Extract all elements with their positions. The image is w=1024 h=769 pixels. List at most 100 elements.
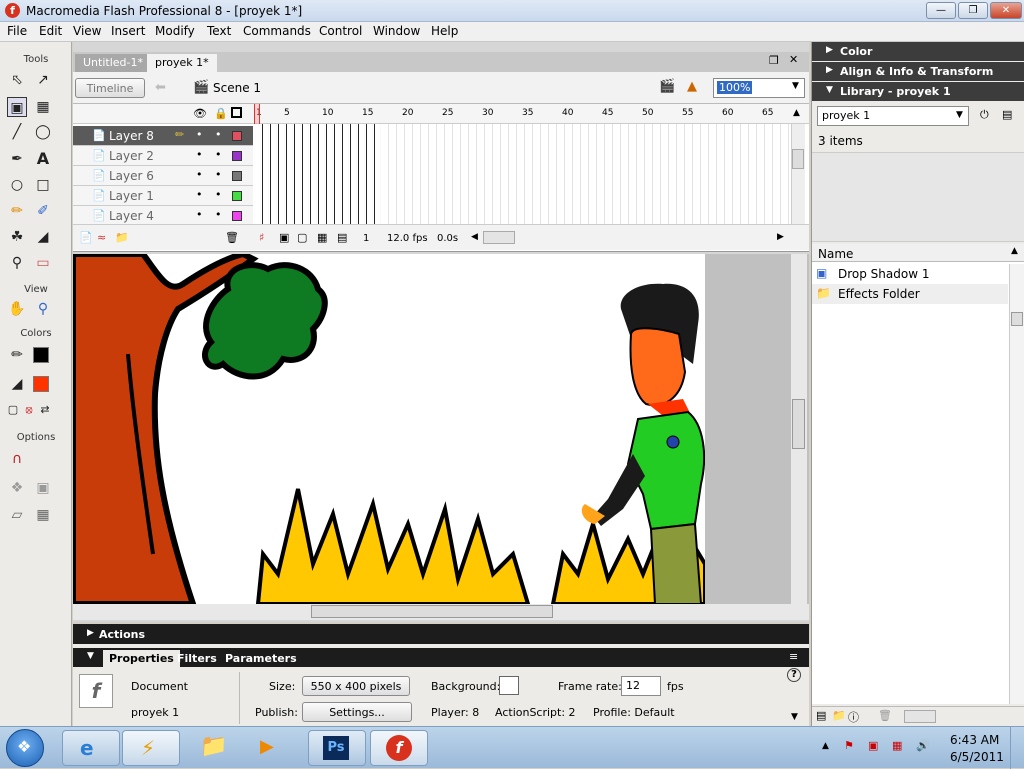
new-library-icon[interactable]: ▤ [1002,108,1012,121]
properties-expand-icon[interactable]: ▼ [791,712,798,722]
subselection-tool-icon[interactable]: ↗ [33,70,53,90]
lock-dot[interactable]: • [215,168,222,181]
timeline-vscroll-thumb[interactable] [792,149,804,169]
visibility-dot[interactable]: • [196,128,203,141]
tab-proyek[interactable]: proyek 1* [147,54,217,72]
menu-help[interactable]: Help [431,24,458,38]
brush-tool-icon[interactable]: ✐ [33,201,53,221]
actions-panel-header[interactable]: ▶ Actions [73,624,809,644]
tab-filters[interactable]: Filters [171,650,223,667]
menu-file[interactable]: File [7,24,27,38]
library-select-arrow-icon[interactable]: ▼ [956,110,963,120]
oval-tool-icon[interactable]: ○ [7,175,27,195]
clock-date[interactable]: 6/5/2011 [950,750,1004,764]
taskbar-flash[interactable]: f [370,730,428,766]
library-item[interactable]: ▣ Drop Shadow 1 [812,264,1008,284]
taskbar-pencil-app[interactable]: ⚡ [122,730,180,766]
close-button[interactable]: ✕ [990,2,1022,19]
help-icon[interactable]: ? [787,668,801,682]
outline-swatch[interactable] [232,191,242,201]
tab-parameters[interactable]: Parameters [219,650,303,667]
visibility-dot[interactable]: • [196,188,203,201]
lock-dot[interactable]: • [215,208,222,221]
edit-multiple-frames-icon[interactable]: ▦ [317,231,327,244]
show-desktop-button[interactable] [1010,727,1024,769]
close-doc-icon[interactable]: ✕ [789,53,798,66]
stage-area[interactable] [73,254,809,604]
center-frame-icon[interactable]: ♯ [259,231,264,244]
lock-dot[interactable]: • [215,128,222,141]
lock-icon[interactable]: 🔒 [214,107,228,120]
size-button[interactable]: 550 x 400 pixels [302,676,410,696]
free-transform-tool-icon[interactable]: ▣ [7,97,27,117]
timeline-scroll-left-icon[interactable]: ◀ [471,232,478,242]
new-folder-icon[interactable]: 📁 [832,709,846,722]
taskbar-ie[interactable]: e [62,730,120,766]
taskbar-explorer[interactable]: 📁 [184,730,242,766]
network-icon[interactable]: ▦ [892,739,902,752]
menu-insert[interactable]: Insert [111,24,145,38]
timeline-scroll-up-icon[interactable]: ▲ [793,108,800,118]
add-motion-guide-icon[interactable]: ≈ [97,231,106,244]
selection-tool-icon[interactable]: ⬁ [7,70,27,90]
onion-outline-icon[interactable]: ▢ [297,231,307,244]
delete-layer-icon[interactable]: 🗑 [225,231,239,244]
fill-transform-tool-icon[interactable]: ▦ [33,97,53,117]
lock-dot[interactable]: • [215,188,222,201]
timeline-vscroll[interactable] [791,124,805,224]
hand-tool-icon[interactable]: ✋ [7,299,27,319]
stage-vscroll-thumb[interactable] [792,399,805,449]
menu-window[interactable]: Window [373,24,420,38]
text-tool-icon[interactable]: A [33,149,53,169]
library-hscroll-thumb[interactable] [904,710,936,723]
keyframes-block[interactable] [255,124,381,224]
outline-swatch[interactable] [232,131,242,141]
lock-dot[interactable]: • [215,148,222,161]
collapse-arrow-icon[interactable]: ▼ [87,651,94,661]
rectangle-tool-icon[interactable]: □ [33,175,53,195]
library-vscroll-thumb[interactable] [1011,312,1023,326]
fill-color-swatch[interactable] [33,376,49,392]
distort-option-icon[interactable]: ▱ [7,505,27,525]
ink-bottle-tool-icon[interactable]: ☘ [7,227,27,247]
stage-vscroll[interactable] [791,254,807,604]
library-column-header[interactable]: Name ▲ [812,244,1024,262]
clock-time[interactable]: 6:43 AM [950,733,999,747]
background-color-swatch[interactable] [499,676,519,695]
tab-untitled[interactable]: Untitled-1* [75,54,151,72]
sort-arrow-icon[interactable]: ▲ [1011,246,1018,256]
taskbar-photoshop[interactable]: Ps [308,730,366,766]
restore-button[interactable]: ❐ [958,2,988,19]
color-panel-header[interactable]: ▶ Color [812,42,1024,61]
outline-swatch[interactable] [232,171,242,181]
lasso-tool-icon[interactable]: ◯ [33,122,53,142]
menu-edit[interactable]: Edit [39,24,62,38]
pin-icon[interactable]: ⏻ [980,108,989,122]
menu-modify[interactable]: Modify [155,24,195,38]
pen-tool-icon[interactable]: ✒ [7,149,27,169]
layer-row[interactable]: 📄 Layer 2 • • [73,146,253,166]
properties-icon[interactable]: ⓘ [848,709,859,725]
paint-bucket-tool-icon[interactable]: ◢ [33,227,53,247]
visibility-dot[interactable]: • [196,208,203,221]
outline-icon[interactable] [231,107,242,118]
library-vscroll[interactable] [1009,264,1024,704]
eye-icon[interactable]: 👁 [193,107,207,120]
edit-symbols-icon[interactable]: ▲ [687,79,697,94]
layer-row[interactable]: 📄 Layer 1 • • [73,186,253,206]
swap-colors-icon[interactable]: ⇄ [35,400,55,420]
align-panel-header[interactable]: ▶ Align & Info & Transform [812,62,1024,81]
outline-swatch[interactable] [232,151,242,161]
settings-button[interactable]: Settings... [302,702,412,722]
layer-row[interactable]: 📄 Layer 6 • • [73,166,253,186]
edit-scene-icon[interactable]: 🎬 [659,79,675,94]
library-item[interactable]: 📁 Effects Folder [812,284,1008,304]
security-icon[interactable]: ▣ [868,739,878,752]
outline-swatch[interactable] [232,211,242,221]
modify-markers-icon[interactable]: ▤ [337,231,347,244]
back-arrow-icon[interactable]: ⬅ [155,80,166,95]
line-tool-icon[interactable]: ╱ [7,122,27,142]
panel-menu-icon[interactable]: ≡ [789,650,798,663]
volume-icon[interactable]: 🔊 [916,739,930,752]
delete-item-icon[interactable]: 🗑 [878,709,892,722]
